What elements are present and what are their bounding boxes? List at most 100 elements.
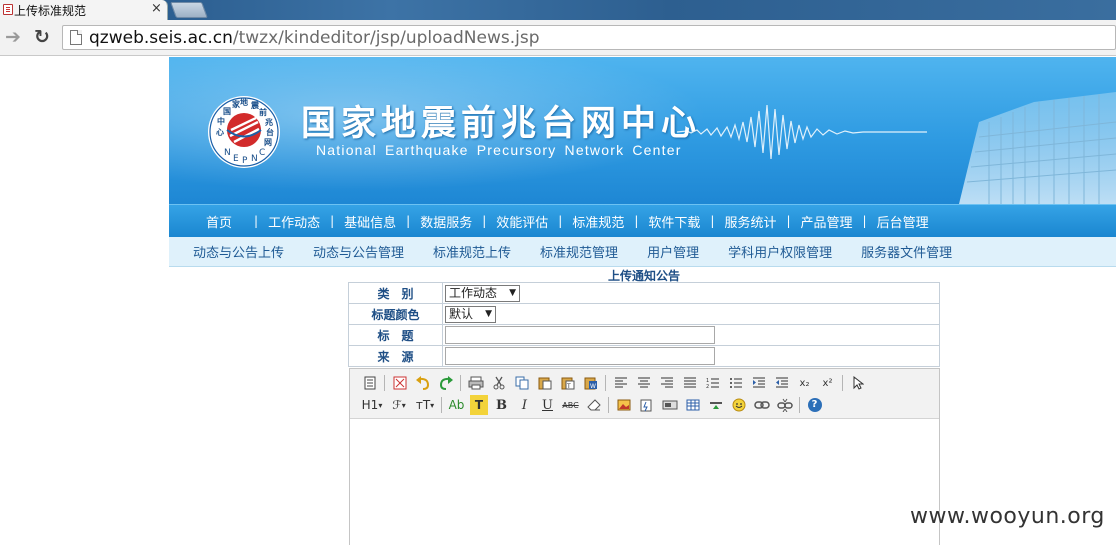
nav-item-admin[interactable]: 后台管理 — [877, 212, 929, 231]
outdent-icon[interactable] — [770, 373, 793, 393]
align-center-icon[interactable] — [632, 373, 655, 393]
nav-item-evaluation[interactable]: 效能评估 — [496, 212, 548, 231]
site-banner: 地震前 兆台网 家国中 心 NEP NC 国家地震前兆台网中心 National… — [169, 57, 1116, 204]
title-input[interactable] — [445, 326, 715, 344]
help-icon[interactable]: ? — [803, 395, 826, 415]
nav-item-work-news[interactable]: 工作动态 — [268, 212, 320, 231]
cut-icon[interactable] — [487, 373, 510, 393]
subnav-user-manage[interactable]: 用户管理 — [647, 242, 699, 261]
building-graphic — [959, 92, 1116, 204]
nav-item-stats[interactable]: 服务统计 — [724, 212, 776, 231]
watermark-text: www.wooyun.org — [910, 504, 1105, 529]
undo-icon[interactable] — [411, 373, 434, 393]
tab-title: 上传标准规范 — [14, 4, 87, 18]
svg-text:2: 2 — [706, 384, 709, 389]
svg-text:前: 前 — [259, 107, 267, 117]
form-row-category: 类 别 工作动态 ▼ — [348, 282, 940, 304]
bold-button[interactable]: B — [490, 395, 513, 415]
nav-item-downloads[interactable]: 软件下载 — [648, 212, 700, 231]
subscript-icon[interactable]: x₂ — [793, 373, 816, 393]
svg-text:国: 国 — [223, 106, 231, 116]
browser-tab[interactable]: 上传标准规范 × — [0, 0, 168, 20]
align-right-icon[interactable] — [655, 373, 678, 393]
editor-content-area[interactable] — [350, 419, 939, 545]
forecolor-button[interactable]: Ab — [445, 395, 468, 415]
copy-icon[interactable] — [510, 373, 533, 393]
seismic-wave-graphic — [677, 104, 927, 160]
emoticon-icon[interactable] — [727, 395, 750, 415]
editor-toolbar-row-2: H1 ▾ ℱ ▾ тT ▾ Ab T B I U ABC ? — [358, 394, 939, 416]
dropdown-arrow-icon: ▼ — [509, 287, 516, 298]
select-all-icon[interactable] — [846, 373, 869, 393]
align-left-icon[interactable] — [609, 373, 632, 393]
strikethrough-button[interactable]: ABC — [559, 395, 582, 415]
svg-text:W: W — [590, 383, 596, 390]
indent-icon[interactable] — [747, 373, 770, 393]
italic-button[interactable]: I — [513, 395, 536, 415]
title-color-label: 标题颜色 — [348, 303, 443, 325]
svg-text:P: P — [242, 156, 248, 166]
site-title: 国家地震前兆台网中心 — [301, 103, 702, 144]
tab-close-button[interactable]: × — [151, 1, 162, 16]
svg-text:C: C — [259, 148, 265, 158]
subnav-news-upload[interactable]: 动态与公告上传 — [193, 242, 284, 261]
image-icon[interactable] — [612, 395, 635, 415]
subnav-file-manage[interactable]: 服务器文件管理 — [861, 242, 952, 261]
underline-button[interactable]: U — [536, 395, 559, 415]
justify-icon[interactable] — [678, 373, 701, 393]
source-icon[interactable] — [358, 373, 381, 393]
ordered-list-icon[interactable]: 12 — [701, 373, 724, 393]
nav-item-standards[interactable]: 标准规范 — [572, 212, 624, 231]
svg-text:地: 地 — [240, 97, 248, 107]
font-size-button[interactable]: тT ▾ — [412, 395, 438, 415]
hilitecolor-button[interactable]: T — [470, 395, 488, 415]
media-icon[interactable] — [658, 395, 681, 415]
svg-text:N: N — [251, 154, 258, 164]
subnav-permission-manage[interactable]: 学科用户权限管理 — [728, 242, 832, 261]
sub-nav: 动态与公告上传 动态与公告管理 标准规范上传 标准规范管理 用户管理 学科用户权… — [169, 237, 1116, 267]
site-container: 地震前 兆台网 家国中 心 NEP NC 国家地震前兆台网中心 National… — [169, 57, 1116, 267]
main-nav: 首页 | 工作动态 | 基础信息 | 数据服务 | 效能评估 | 标准规范 | … — [169, 204, 1116, 237]
fullscreen-icon[interactable] — [388, 373, 411, 393]
paste-word-icon[interactable]: W — [579, 373, 602, 393]
form-row-source: 来 源 — [348, 345, 940, 367]
reload-icon[interactable]: ↻ — [34, 26, 50, 48]
back-arrow-icon[interactable]: ➔ — [5, 26, 21, 48]
nav-item-home[interactable]: 首页 — [206, 212, 232, 231]
table-icon[interactable] — [681, 395, 704, 415]
paste-plain-icon[interactable]: T — [556, 373, 579, 393]
flash-icon[interactable] — [635, 395, 658, 415]
title-label: 标 题 — [348, 324, 443, 346]
category-select[interactable]: 工作动态 ▼ — [445, 284, 520, 302]
subnav-standard-upload[interactable]: 标准规范上传 — [433, 242, 511, 261]
nav-item-data-service[interactable]: 数据服务 — [420, 212, 472, 231]
eraser-icon[interactable] — [582, 395, 605, 415]
url-text[interactable]: qzweb.seis.ac.cn/twzx/kindeditor/jsp/upl… — [89, 28, 539, 48]
paste-icon[interactable] — [533, 373, 556, 393]
nav-item-basic-info[interactable]: 基础信息 — [344, 212, 396, 231]
form-row-title-color: 标题颜色 默认 ▼ — [348, 303, 940, 325]
print-icon[interactable] — [464, 373, 487, 393]
svg-text:家: 家 — [232, 99, 241, 109]
dropdown-arrow-icon: ▼ — [485, 308, 492, 319]
link-icon[interactable] — [750, 395, 773, 415]
font-family-button[interactable]: ℱ ▾ — [386, 395, 412, 415]
hr-icon[interactable] — [704, 395, 727, 415]
redo-icon[interactable] — [434, 373, 457, 393]
svg-text:T: T — [566, 383, 571, 390]
heading-button[interactable]: H1 ▾ — [358, 395, 386, 415]
upload-form: 类 别 工作动态 ▼ 标题颜色 默认 ▼ 标 题 来 源 — [348, 282, 940, 367]
site-subtitle: National Earthquake Precursory Network C… — [316, 142, 682, 158]
subnav-standard-manage[interactable]: 标准规范管理 — [540, 242, 618, 261]
title-color-select[interactable]: 默认 ▼ — [445, 305, 496, 323]
nav-item-products[interactable]: 产品管理 — [801, 212, 853, 231]
favicon-icon — [3, 4, 13, 15]
unlink-icon[interactable] — [773, 395, 796, 415]
nepnc-logo-icon: 地震前 兆台网 家国中 心 NE P NC — [208, 96, 280, 168]
address-bar[interactable]: qzweb.seis.ac.cn/twzx/kindeditor/jsp/upl… — [62, 25, 1116, 50]
unordered-list-icon[interactable] — [724, 373, 747, 393]
superscript-icon[interactable]: x² — [816, 373, 839, 393]
source-input[interactable] — [445, 347, 715, 365]
new-tab-button[interactable] — [170, 2, 208, 18]
subnav-news-manage[interactable]: 动态与公告管理 — [313, 242, 404, 261]
